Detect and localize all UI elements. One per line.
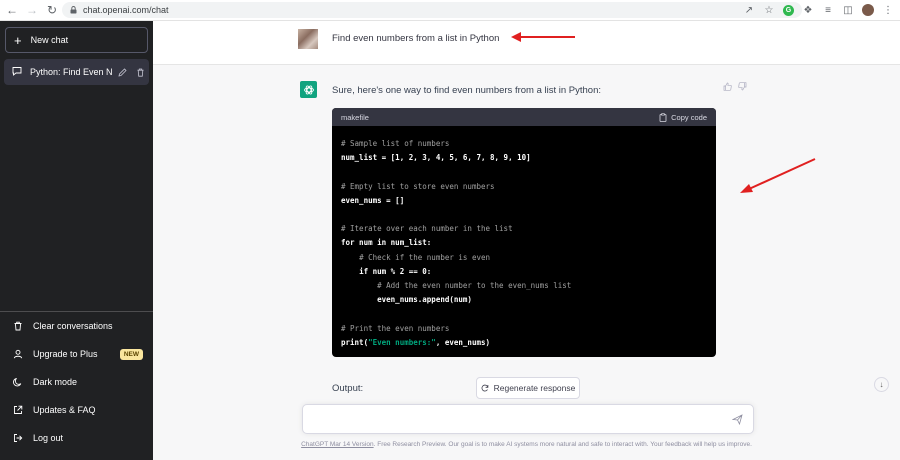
browser-toolbar: ← → ↻ chat.openai.com/chat ↗ ☆ G ❖ ≡ ◫ ⋮ <box>0 0 900 21</box>
reload-icon[interactable]: ↻ <box>44 2 60 18</box>
delete-trash-icon[interactable] <box>135 68 145 77</box>
scroll-to-bottom-button[interactable]: ↓ <box>874 377 889 392</box>
edit-pencil-icon[interactable] <box>117 67 127 77</box>
back-icon[interactable]: ← <box>4 2 20 18</box>
log-out-label: Log out <box>33 433 64 443</box>
feedback-buttons <box>723 82 747 93</box>
dark-mode-button[interactable]: Dark mode <box>0 368 153 396</box>
assistant-intro-text: Sure, here's one way to find even number… <box>332 85 602 96</box>
plus-icon: + <box>14 32 22 48</box>
logout-icon <box>12 433 24 443</box>
thumbs-down-icon[interactable] <box>738 82 747 93</box>
openai-logo-icon <box>300 81 317 98</box>
star-icon[interactable]: ☆ <box>763 4 775 16</box>
share-icon[interactable]: ↗ <box>743 4 755 16</box>
code-block: makefile Copy code # Sample list of numb… <box>332 108 716 357</box>
updates-faq-label: Updates & FAQ <box>33 405 96 415</box>
upgrade-to-plus-label: Upgrade to Plus <box>33 349 98 359</box>
trash-icon <box>12 321 24 331</box>
user-message-text: Find even numbers from a list in Python <box>332 33 500 44</box>
send-icon[interactable] <box>732 414 743 425</box>
conversation-panel: Find even numbers from a list in Python … <box>153 21 900 460</box>
sidebar-bottom-menu: Clear conversations Upgrade to Plus NEW … <box>0 311 153 452</box>
updates-faq-link[interactable]: Updates & FAQ <box>0 396 153 424</box>
thumbs-up-icon[interactable] <box>723 82 732 93</box>
regenerate-label: Regenerate response <box>493 383 576 393</box>
dark-mode-label: Dark mode <box>33 377 78 387</box>
profile-avatar[interactable] <box>862 4 874 16</box>
clipboard-icon <box>659 112 667 122</box>
code-language-label: makefile <box>341 112 369 122</box>
grammarly-extension-icon[interactable]: G <box>783 4 794 16</box>
new-chat-button[interactable]: + New chat <box>5 27 148 53</box>
sidebar-chat-item[interactable]: Python: Find Even Num <box>4 59 149 85</box>
url-text: chat.openai.com/chat <box>83 5 169 15</box>
regenerate-response-button[interactable]: Regenerate response <box>476 377 580 399</box>
copy-code-label: Copy code <box>671 112 707 122</box>
extensions-puzzle-icon[interactable]: ❖ <box>802 4 814 16</box>
upgrade-to-plus-button[interactable]: Upgrade to Plus NEW <box>0 340 153 368</box>
clear-conversations-label: Clear conversations <box>33 321 113 331</box>
message-input[interactable] <box>313 412 713 428</box>
copy-code-button[interactable]: Copy code <box>659 113 707 122</box>
footer-text: . Free Research Preview. Our goal is to … <box>373 441 752 448</box>
address-bar[interactable]: chat.openai.com/chat <box>62 2 802 18</box>
message-input-box[interactable] <box>302 404 754 434</box>
new-badge: NEW <box>119 348 143 360</box>
version-link[interactable]: ChatGPT Mar 14 Version <box>301 441 374 448</box>
clear-conversations-button[interactable]: Clear conversations <box>0 312 153 340</box>
sidepanel-icon[interactable]: ◫ <box>842 4 854 16</box>
output-label: Output: <box>332 383 364 394</box>
kebab-menu-icon[interactable]: ⋮ <box>882 4 894 16</box>
footer: ChatGPT Mar 14 Version. Free Research Pr… <box>153 441 900 448</box>
reading-list-icon[interactable]: ≡ <box>822 4 834 16</box>
refresh-icon <box>481 384 488 392</box>
forward-icon[interactable]: → <box>24 2 40 18</box>
lock-icon <box>70 6 77 14</box>
chat-bubble-icon <box>12 66 22 78</box>
arrow-down-icon: ↓ <box>879 380 884 389</box>
user-avatar <box>298 29 318 49</box>
user-icon <box>12 349 24 359</box>
sidebar: + New chat Python: Find Even Num Clear c… <box>0 21 153 460</box>
user-message-row: Find even numbers from a list in Python <box>153 21 900 65</box>
chat-title: Python: Find Even Num <box>30 67 113 77</box>
code-block-header: makefile Copy code <box>332 108 716 126</box>
log-out-button[interactable]: Log out <box>0 424 153 452</box>
code-content: # Sample list of numbers num_list = [1, … <box>341 139 572 347</box>
assistant-message-row: Sure, here's one way to find even number… <box>153 65 900 460</box>
external-link-icon <box>12 405 24 415</box>
new-chat-label: New chat <box>30 35 69 45</box>
moon-icon <box>12 377 24 387</box>
